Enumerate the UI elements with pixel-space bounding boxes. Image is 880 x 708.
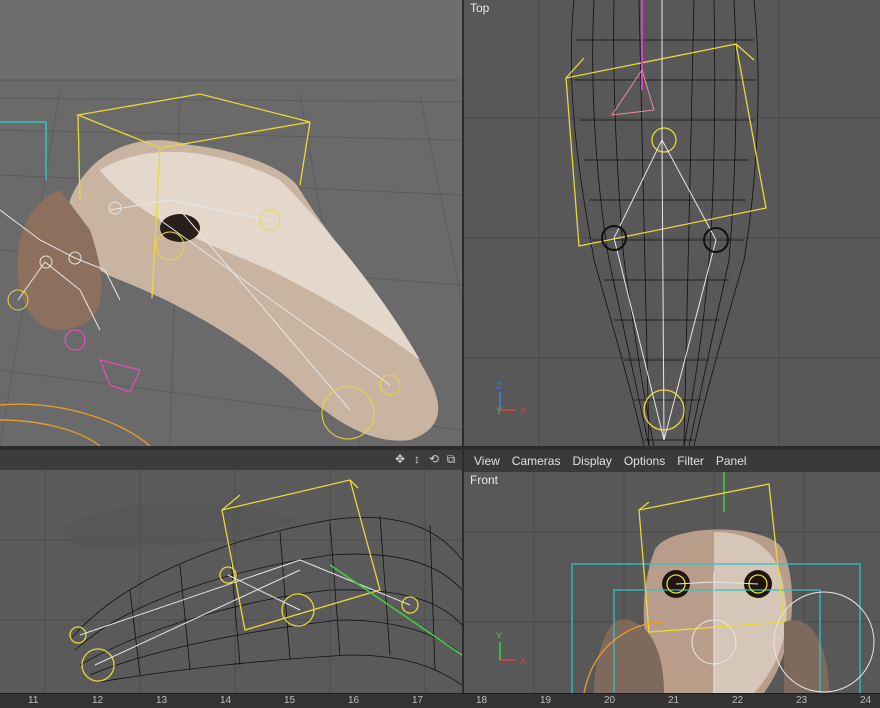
- svg-text:X: X: [520, 656, 526, 666]
- perspective-scene: [0, 0, 462, 446]
- right-scene: [0, 470, 462, 693]
- rotate-view-icon[interactable]: ⟲: [427, 452, 441, 466]
- perspective-viewport[interactable]: [0, 0, 462, 446]
- menu-cameras[interactable]: Cameras: [508, 454, 565, 468]
- svg-text:X: X: [520, 406, 526, 416]
- ruler-tick: 12: [92, 695, 104, 706]
- menu-options[interactable]: Options: [620, 454, 669, 468]
- ruler-tick: 20: [604, 695, 616, 706]
- right-viewport[interactable]: [0, 470, 462, 693]
- menu-filter[interactable]: Filter: [673, 454, 708, 468]
- top-viewport[interactable]: X Z Y Top: [464, 0, 880, 446]
- svg-text:Y: Y: [496, 406, 502, 416]
- ruler-tick: 14: [220, 695, 232, 706]
- menu-display[interactable]: Display: [568, 454, 615, 468]
- ruler-tick: 17: [412, 695, 424, 706]
- menu-view[interactable]: View: [470, 454, 504, 468]
- ruler-tick: 13: [156, 695, 168, 706]
- top-scene: X Z Y: [464, 0, 880, 446]
- timeline-ruler[interactable]: 11 12 13 14 15 16 17 18 19 20 21 22 23 24: [0, 693, 880, 708]
- viewport-menubar: View Cameras Display Options Filter Pane…: [464, 450, 880, 472]
- zoom-view-icon[interactable]: ↕: [410, 452, 424, 466]
- ruler-tick: 24: [860, 695, 872, 706]
- viewport-label-front: Front: [470, 473, 499, 487]
- ruler-tick: 15: [284, 695, 296, 706]
- ruler-tick: 23: [796, 695, 808, 706]
- ruler-tick: 16: [348, 695, 360, 706]
- ruler-tick: 22: [732, 695, 744, 706]
- viewport-label-top: Top: [470, 1, 490, 15]
- axis-gizmo-front: X Y: [496, 631, 526, 666]
- ruler-tick: 11: [28, 695, 39, 706]
- svg-text:Z: Z: [496, 381, 502, 391]
- viewport-toolbar: ✥ ↕ ⟲ ⧉: [0, 450, 462, 471]
- ruler-tick: 18: [476, 695, 488, 706]
- axis-gizmo-top: X Z Y: [496, 381, 526, 416]
- svg-text:Y: Y: [496, 631, 502, 641]
- ruler-tick: 21: [668, 695, 680, 706]
- front-scene: X Y: [464, 472, 880, 693]
- ruler-tick: 19: [540, 695, 552, 706]
- front-viewport[interactable]: X Y Front: [464, 472, 880, 693]
- maximize-view-icon[interactable]: ⧉: [444, 452, 458, 466]
- move-view-icon[interactable]: ✥: [393, 452, 407, 466]
- menu-panel[interactable]: Panel: [712, 454, 751, 468]
